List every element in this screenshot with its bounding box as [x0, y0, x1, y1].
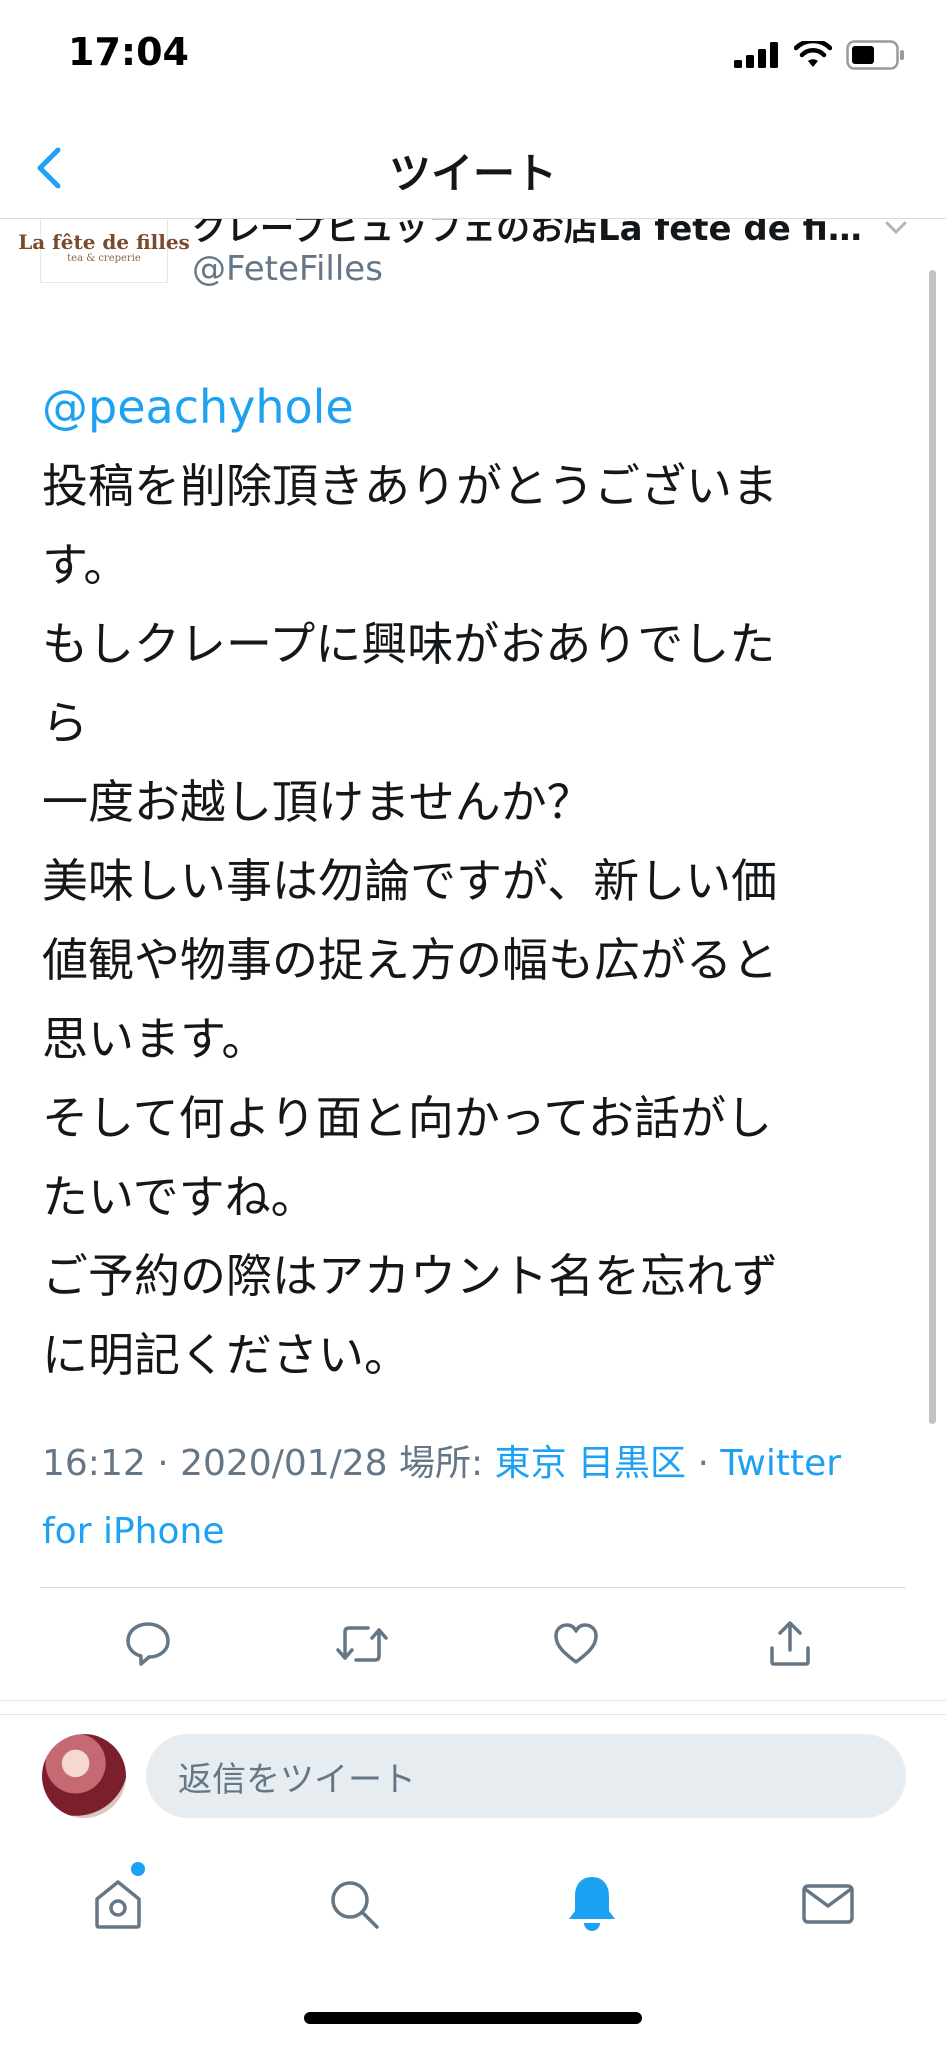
reply-input[interactable]: 返信をツイート	[146, 1734, 906, 1818]
tweet-text: @peachyhole 投稿を削除頂きありがとうございま す。 もしクレープに興…	[42, 368, 882, 1395]
tweet-line: そして何より面と向かってお話がし	[42, 1091, 773, 1145]
home-indicator	[304, 2012, 642, 2024]
wifi-icon	[794, 41, 832, 67]
notification-dot	[131, 1862, 145, 1876]
scrollbar[interactable]	[929, 270, 936, 1424]
mention-link[interactable]: @peachyhole	[42, 368, 882, 447]
tweet-line: 一度お越し頂けませんか？	[42, 775, 593, 829]
share-icon	[770, 1621, 810, 1666]
user-avatar[interactable]	[42, 1734, 126, 1818]
reply-placeholder: 返信をツイート	[178, 1759, 416, 1800]
search-icon	[331, 1881, 379, 1929]
tab-messages[interactable]	[796, 1872, 860, 1936]
logo-text: La fête de filles	[18, 230, 190, 254]
share-button[interactable]	[760, 1614, 820, 1674]
tweet-line: ご予約の際はアカウント名を忘れず	[42, 1249, 778, 1303]
tweet-line: もしクレープに興味がおありでした	[42, 617, 776, 671]
tweet-line: 投稿を削除頂きありがとうございま	[42, 459, 778, 513]
status-time: 17:04	[68, 30, 189, 74]
tweet-line: 美味しい事は勿論ですが、新しい価	[42, 854, 778, 908]
reply-icon	[126, 1622, 170, 1666]
location-link[interactable]: 東京 目黒区	[495, 1443, 686, 1484]
messages-icon	[802, 1884, 854, 1924]
chevron-down-icon[interactable]	[882, 219, 910, 241]
tweet-line: 思います。	[42, 1012, 268, 1066]
divider	[0, 1714, 946, 1715]
tweet-meta: 16:12 · 2020/01/28 場所: 東京 目黒区 · Twitter …	[42, 1430, 892, 1566]
divider	[40, 1587, 906, 1588]
retweet-icon	[336, 1626, 388, 1662]
tab-home[interactable]	[86, 1872, 150, 1936]
reply-button[interactable]	[118, 1614, 178, 1674]
tweet-line: たいですね。	[42, 1170, 317, 1224]
author-logo[interactable]: La fête de filles tea & creperie	[18, 219, 190, 283]
battery-icon	[846, 40, 904, 70]
page-title: ツイート	[388, 149, 557, 198]
author-display-name[interactable]: クレープビュッフェのお店La fete de fil...	[192, 219, 872, 250]
meta-separator: ·	[686, 1443, 721, 1484]
tab-notifications[interactable]	[560, 1872, 624, 1936]
like-icon	[554, 1623, 598, 1664]
tweet-author-header: La fête de filles tea & creperie クレープビュッ…	[0, 219, 946, 299]
like-button[interactable]	[546, 1614, 606, 1674]
divider	[0, 1700, 946, 1701]
home-icon	[95, 1880, 141, 1929]
logo-subtext: tea & creperie	[67, 253, 141, 264]
location-label: 場所:	[399, 1443, 495, 1484]
tweet-timestamp: 16:12 · 2020/01/28	[42, 1443, 400, 1484]
retweet-button[interactable]	[332, 1614, 392, 1674]
tweet-line: ら	[42, 696, 88, 750]
notifications-icon	[569, 1877, 615, 1931]
signal-icon	[734, 42, 778, 68]
author-handle[interactable]: @FeteFilles	[192, 249, 383, 289]
tweet-line: に明記ください。	[42, 1328, 410, 1382]
status-icons	[734, 40, 906, 70]
tweet-line: す。	[42, 538, 130, 592]
tweet-line: 値観や物事の捉え方の幅も広がると	[42, 933, 778, 987]
tab-search[interactable]	[322, 1872, 386, 1936]
